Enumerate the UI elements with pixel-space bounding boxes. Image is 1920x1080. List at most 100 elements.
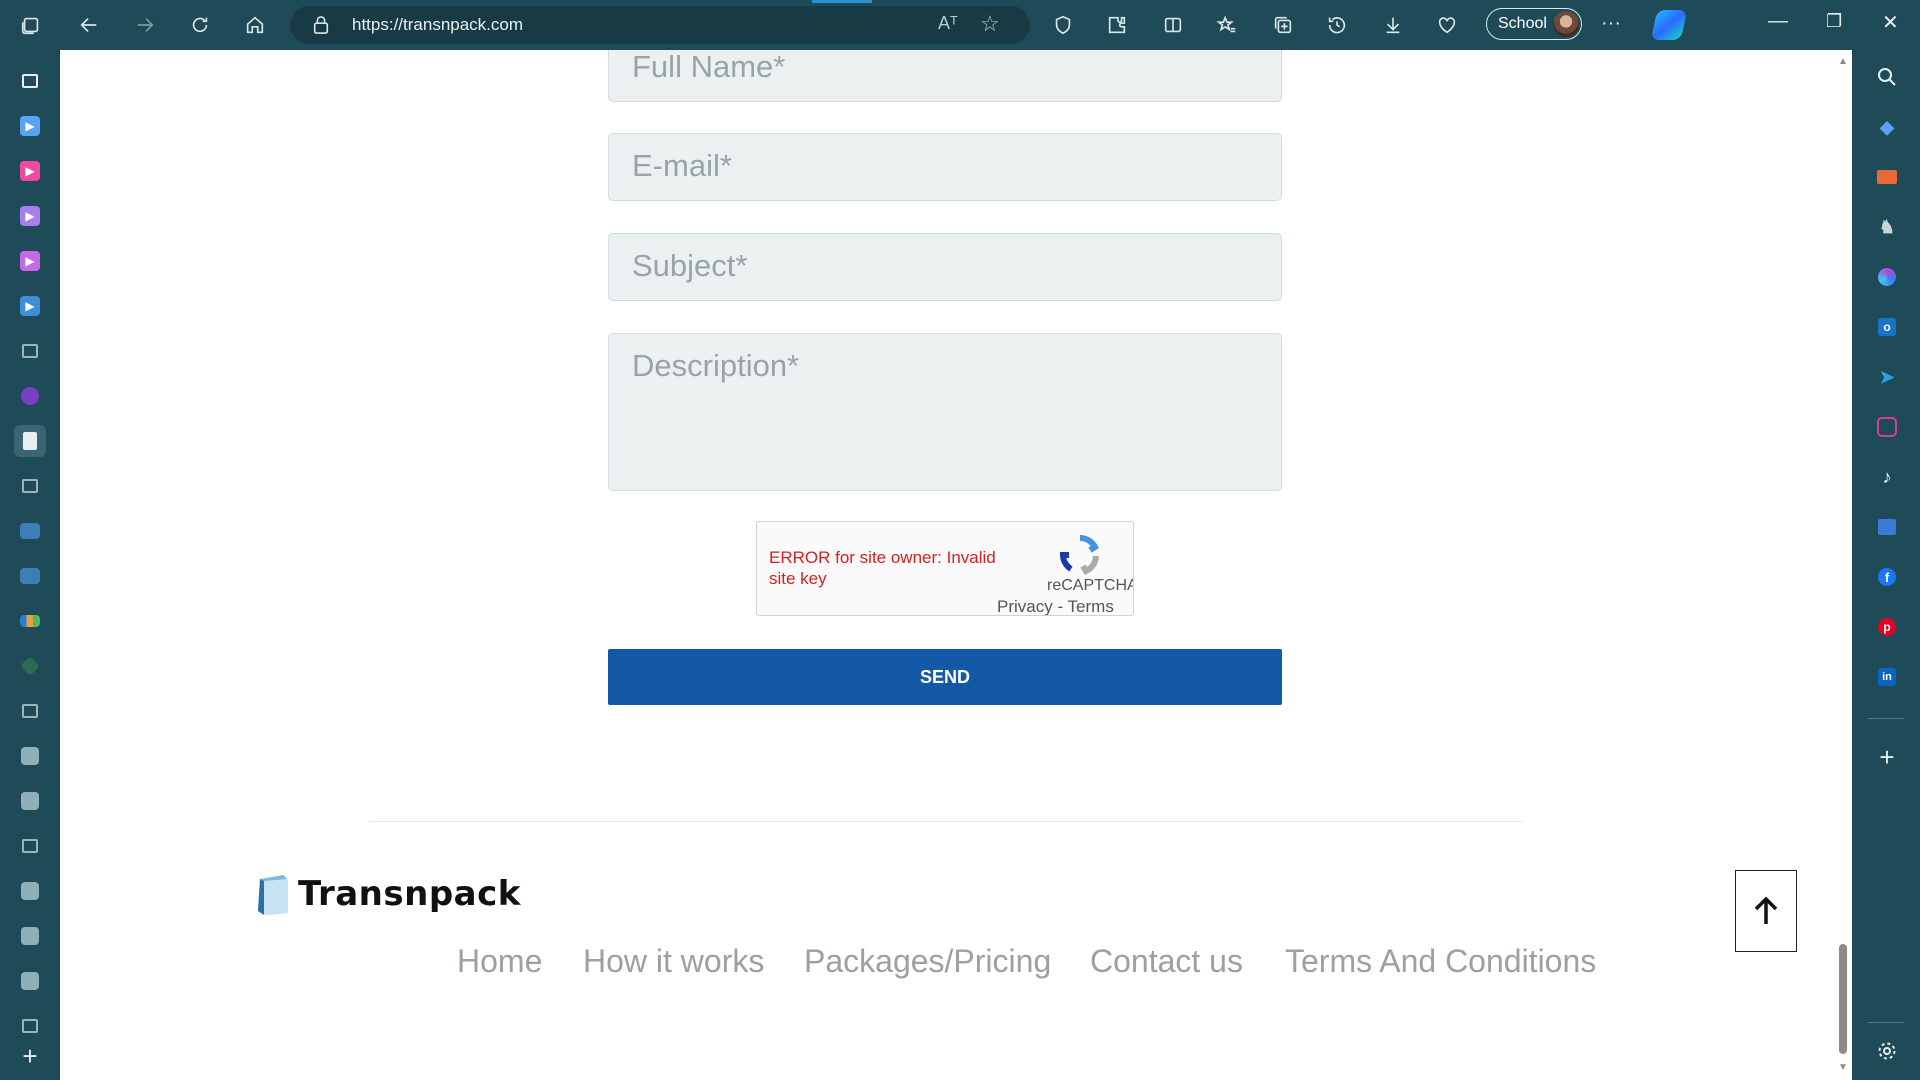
tab-favicon-7[interactable] [14,380,46,412]
extensions-icon[interactable] [1100,8,1134,42]
page-content: Full Name* E-mail* Subject* Description*… [60,50,1852,1080]
subject-field[interactable]: Subject* [608,233,1282,301]
forward-icon[interactable] [128,8,162,42]
scrollbar-thumb[interactable] [1839,944,1847,1054]
address-bar[interactable]: https://transnpack.com Aᵀ ☆ [290,6,1030,44]
tab-panel-icon[interactable] [14,65,46,97]
telegram-icon[interactable]: ➤ [1872,362,1902,392]
back-icon[interactable] [72,8,106,42]
pinterest-icon[interactable]: p [1872,612,1902,642]
tab-favicon-9[interactable] [14,470,46,502]
shopping-tag-icon[interactable]: ◆ [1872,112,1902,142]
footer-brand[interactable]: Transnpack [298,874,521,914]
vertical-tabs-strip: ▶ ▶ ▶ ▶ ▶ + [0,50,60,1080]
arrow-up-icon [1754,896,1778,924]
outlook-icon[interactable]: o [1872,312,1902,342]
footer-nav-terms[interactable]: Terms And Conditions [1285,943,1596,980]
subject-placeholder: Subject* [632,248,748,283]
transnpack-logo-icon [258,875,288,915]
tab-favicon-2[interactable]: ▶ [14,155,46,187]
restore-icon[interactable]: ❐ [1826,11,1842,32]
avatar [1553,11,1579,37]
settings-gear-icon[interactable] [1872,1036,1902,1066]
scroll-down-arrow-icon[interactable]: ▼ [1838,1062,1848,1073]
favorite-star-icon[interactable]: ☆ [980,11,1000,37]
send-button[interactable]: SEND [608,649,1282,705]
full-name-field[interactable]: Full Name* [608,50,1282,102]
collections-icon[interactable] [1266,8,1300,42]
email-field[interactable]: E-mail* [608,133,1282,201]
recaptcha-brand: reCAPTCHA [1047,577,1134,594]
close-icon[interactable]: ✕ [1882,10,1899,35]
lock-icon[interactable] [312,15,330,40]
scroll-to-top-button[interactable] [1735,870,1797,952]
split-screen-icon[interactable] [1156,8,1190,42]
scroll-up-arrow-icon[interactable]: ▲ [1838,56,1848,67]
footer-nav-packages-pricing[interactable]: Packages/Pricing [804,943,1051,980]
tab-favicon-11[interactable] [14,560,46,592]
footer-nav-how-it-works[interactable]: How it works [583,943,764,980]
description-field[interactable]: Description* [608,333,1282,491]
footer-nav-contact-us[interactable]: Contact us [1090,943,1243,980]
tab-favicon-12[interactable] [14,605,46,637]
tab-favicon-5[interactable]: ▶ [14,290,46,322]
history-icon[interactable] [1320,8,1354,42]
recaptcha-logo-icon [1059,535,1099,575]
tab-favicon-1[interactable]: ▶ [14,110,46,142]
add-sidebar-app-icon[interactable]: + [1872,742,1902,772]
active-tab-indicator [812,0,872,3]
home-icon[interactable] [238,8,272,42]
recaptcha-error: ERROR for site owner: Invalid site key [769,548,996,588]
tab-favicon-20[interactable] [14,965,46,997]
minimize-icon[interactable]: — [1768,10,1788,33]
search-icon[interactable] [1872,62,1902,92]
email-placeholder: E-mail* [632,148,732,183]
tab-favicon-19[interactable] [14,920,46,952]
tab-favicon-13[interactable] [14,650,46,682]
read-aloud-icon[interactable]: Aᵀ [938,13,958,34]
tab-favicon-active[interactable] [14,425,46,457]
scrollbar-track[interactable] [1834,50,1852,1080]
performance-icon[interactable] [1430,8,1464,42]
linkedin-icon[interactable]: in [1872,662,1902,692]
browser-toolbar: https://transnpack.com Aᵀ ☆ School ··· —… [0,0,1920,50]
footer-divider [370,821,1522,822]
downloads-icon[interactable] [1376,8,1410,42]
new-tab-icon[interactable]: + [14,1040,46,1072]
sidebar-divider-bottom [1868,1022,1904,1023]
recaptcha-widget[interactable]: ERROR for site owner: Invalid site key r… [756,521,1134,616]
full-name-placeholder: Full Name* [632,50,786,84]
tab-favicon-16[interactable] [14,785,46,817]
recaptcha-link-separator: - [1052,597,1068,616]
microsoft-365-icon[interactable] [1872,262,1902,292]
refresh-icon[interactable] [183,8,217,42]
copilot-icon[interactable] [1650,10,1688,40]
tab-favicon-4[interactable]: ▶ [14,245,46,277]
instagram-icon[interactable] [1872,412,1902,442]
url-text[interactable]: https://transnpack.com [352,15,523,35]
tab-favicon-10[interactable] [14,515,46,547]
tab-actions-icon[interactable] [14,8,48,42]
browser-sidebar: ◆ ♞ o ➤ ♪ f p in + [1852,50,1920,1080]
tab-favicon-14[interactable] [14,695,46,727]
tab-favicon-18[interactable] [14,875,46,907]
profile-button[interactable]: School [1486,8,1582,40]
tab-favicon-17[interactable] [14,830,46,862]
tiktok-icon[interactable]: ♪ [1872,462,1902,492]
favorites-icon[interactable] [1210,8,1244,42]
footer-nav-home[interactable]: Home [457,943,542,980]
tab-favicon-15[interactable] [14,740,46,772]
tab-favicon-21[interactable] [14,1010,46,1042]
facebook-icon[interactable]: f [1872,562,1902,592]
more-options-icon[interactable]: ··· [1594,6,1628,40]
recaptcha-terms-link[interactable]: Terms [1068,597,1114,615]
tab-favicon-3[interactable]: ▶ [14,200,46,232]
shield-icon[interactable] [1046,8,1080,42]
tab-favicon-6[interactable] [14,335,46,367]
tools-briefcase-icon[interactable] [1872,162,1902,192]
translator-icon[interactable] [1872,512,1902,542]
games-icon[interactable]: ♞ [1872,212,1902,242]
recaptcha-links: Privacy - Terms [997,597,1114,616]
recaptcha-privacy-link[interactable]: Privacy [997,597,1053,615]
sidebar-divider [1868,718,1904,719]
